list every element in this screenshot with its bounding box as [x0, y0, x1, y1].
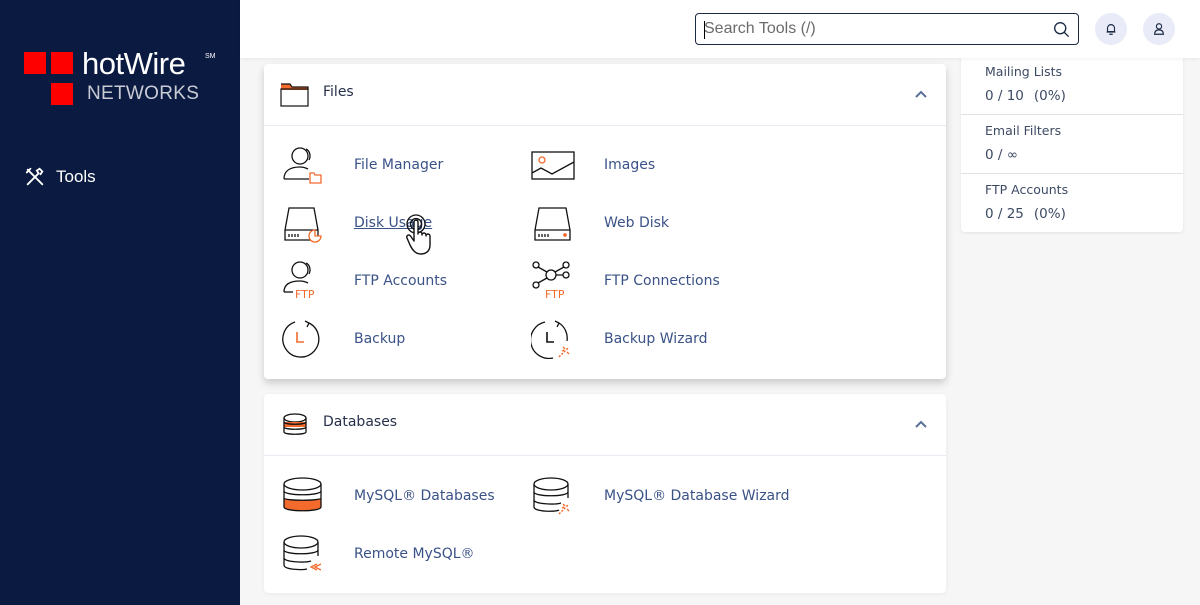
section-title: Files	[323, 84, 354, 100]
service-mark: SM	[205, 53, 216, 60]
stat-percent: (0%)	[1033, 88, 1066, 104]
remote-mysql-icon	[283, 535, 322, 571]
tool-label[interactable]: FTP Accounts	[354, 273, 447, 289]
brand-subtitle: NETWORKS	[87, 83, 200, 104]
mysql-databases-icon	[283, 477, 322, 512]
svg-text:FTP: FTP	[295, 288, 315, 301]
search-icon[interactable]	[1053, 21, 1070, 38]
tool-label[interactable]: Backup	[354, 331, 405, 347]
tool-label[interactable]: Disk Usage	[354, 215, 432, 231]
user-icon	[1154, 23, 1164, 35]
stat-email-filters: Email Filters 0 / ∞	[961, 115, 1183, 174]
mysql-wizard-icon	[533, 477, 570, 515]
stat-percent: (0%)	[1033, 206, 1066, 222]
stat-ftp-accounts: FTP Accounts 0 / 25 (0%)	[961, 174, 1183, 233]
search-box[interactable]	[695, 13, 1079, 45]
tool-label[interactable]: FTP Connections	[604, 273, 720, 289]
files-section-header[interactable]: Files	[264, 64, 946, 126]
sidebar-item-label: Tools	[56, 167, 96, 186]
web-disk-icon	[534, 207, 571, 241]
tool-label[interactable]: MySQL® Database Wizard	[604, 488, 790, 504]
tool-label[interactable]: File Manager	[354, 157, 443, 173]
backup-icon	[282, 320, 320, 358]
folder-icon	[280, 83, 309, 107]
disk-usage-icon	[284, 207, 322, 243]
stat-mailing-lists: Mailing Lists 0 / 10 (0%)	[961, 56, 1183, 115]
images-icon	[531, 151, 575, 180]
stat-value: 0 / 25	[985, 206, 1024, 222]
logo-square	[24, 52, 46, 74]
bell-icon	[1106, 24, 1116, 35]
file-manager-icon	[283, 147, 322, 184]
section-title: Databases	[323, 414, 398, 430]
stat-value: 0 / ∞	[985, 147, 1018, 163]
tool-web-disk[interactable]: Web Disk	[531, 203, 669, 243]
tool-label[interactable]: Remote MySQL®	[354, 546, 475, 562]
tool-mysql-database-wizard[interactable]: MySQL® Database Wizard	[531, 476, 790, 516]
tool-mysql-databases[interactable]: MySQL® Databases	[281, 476, 495, 516]
chevron-up-icon[interactable]	[914, 89, 928, 99]
stat-name: Email Filters	[985, 123, 1062, 138]
text-caret	[704, 21, 705, 39]
search-input[interactable]	[696, 15, 1036, 43]
tools-icon	[25, 167, 44, 186]
tool-backup-wizard[interactable]: Backup Wizard	[529, 319, 708, 360]
databases-section: Databases MySQL® Databases MySQL® Databa…	[264, 394, 946, 593]
logo-square	[51, 52, 73, 74]
tool-label[interactable]: Web Disk	[604, 215, 669, 231]
statistics-panel: Mailing Lists 0 / 10 (0%) Email Filters 0…	[961, 56, 1183, 232]
tool-backup[interactable]: Backup	[281, 319, 405, 359]
sidebar-item-tools[interactable]: Tools	[24, 164, 96, 190]
tool-label[interactable]: Images	[604, 157, 655, 173]
tool-ftp-accounts[interactable]: FTP FTP Accounts	[281, 261, 447, 301]
database-icon	[283, 413, 307, 435]
tool-label[interactable]: Backup Wizard	[604, 331, 708, 347]
backup-wizard-icon	[529, 320, 570, 360]
stat-name: FTP Accounts	[985, 182, 1069, 197]
logo-square	[51, 83, 73, 105]
notifications-button[interactable]	[1095, 13, 1127, 45]
tool-remote-mysql[interactable]: Remote MySQL®	[281, 534, 475, 574]
tool-disk-usage[interactable]: Disk Usage	[281, 203, 432, 243]
ftp-accounts-icon: FTP	[283, 261, 315, 301]
tool-ftp-connections[interactable]: FTP FTP Connections	[531, 261, 720, 301]
files-section: Files File Manager Images Disk Usage Web…	[264, 64, 946, 379]
sidebar: hotWire SM NETWORKS Tools	[0, 0, 240, 605]
brand-name: hotWire	[82, 46, 186, 81]
tool-images[interactable]: Images	[531, 145, 655, 185]
top-bar	[240, 0, 1200, 58]
user-menu-button[interactable]	[1143, 13, 1175, 45]
ftp-connections-icon: FTP	[532, 261, 570, 301]
databases-section-header[interactable]: Databases	[264, 394, 946, 456]
svg-text:FTP: FTP	[545, 288, 565, 301]
brand-logo[interactable]: hotWire SM NETWORKS	[24, 46, 224, 108]
chevron-up-icon[interactable]	[914, 419, 928, 429]
stat-name: Mailing Lists	[985, 64, 1063, 79]
tool-file-manager[interactable]: File Manager	[281, 145, 443, 185]
tool-label[interactable]: MySQL® Databases	[354, 488, 495, 504]
stat-value: 0 / 10	[985, 88, 1024, 104]
